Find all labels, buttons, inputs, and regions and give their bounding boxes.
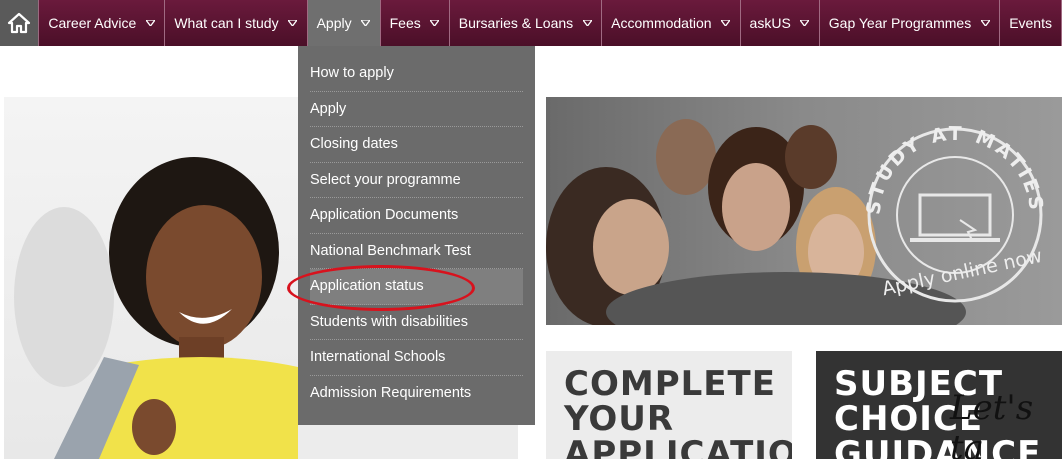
complete-application-tile[interactable]: COMPLETE YOUR APPLICATION	[546, 351, 792, 459]
nav-label: Accommodation	[611, 15, 712, 31]
nav-label: What can I study	[174, 15, 279, 31]
nav-apply[interactable]: Apply	[307, 0, 381, 46]
nav-accommodation[interactable]: Accommodation	[602, 0, 741, 46]
nav-label: Fees	[389, 15, 421, 31]
main-nav: Career Advice What can I study Apply Fee…	[0, 0, 1062, 46]
caret-down-icon	[582, 18, 592, 28]
lets-talk-script: Let's ta	[950, 388, 1034, 459]
nav-gap-year[interactable]: Gap Year Programmes	[820, 0, 1001, 46]
menu-item-admission-requirements[interactable]: Admission Requirements	[310, 376, 523, 412]
home-button[interactable]	[0, 0, 40, 46]
nav-label: Bursaries & Loans	[458, 15, 574, 31]
hero-student-image	[4, 97, 298, 459]
nav-career-advice[interactable]: Career Advice	[39, 0, 166, 46]
apply-dropdown-menu: How to apply Apply Closing dates Select …	[298, 46, 535, 425]
tile-line: APPLICATION	[564, 434, 792, 459]
menu-item-application-documents[interactable]: Application Documents	[310, 198, 523, 234]
menu-item-students-with-disabilities[interactable]: Students with disabilities	[310, 305, 523, 340]
menu-item-closing-dates[interactable]: Closing dates	[310, 127, 523, 163]
caret-down-icon	[800, 18, 810, 28]
stamp-top-text: STUDY AT MATIES	[863, 123, 1045, 216]
menu-item-apply[interactable]: Apply	[310, 92, 523, 127]
tile-line: COMPLETE	[564, 364, 776, 404]
svg-text:STUDY AT MATIES: STUDY AT MATIES	[863, 123, 1048, 216]
menu-item-international-schools[interactable]: International Schools	[310, 340, 523, 376]
menu-item-application-status[interactable]: Application status	[310, 269, 523, 305]
student-illustration	[14, 157, 298, 459]
nav-bursaries-loans[interactable]: Bursaries & Loans	[450, 0, 603, 46]
hero-image-extension	[298, 425, 518, 459]
study-at-maties-stamp: STUDY AT MATIES Apply online now	[863, 123, 1048, 303]
nav-fees[interactable]: Fees	[381, 0, 450, 46]
nav-events[interactable]: Events	[1000, 0, 1062, 46]
menu-item-how-to-apply[interactable]: How to apply	[310, 56, 523, 92]
nav-label: askUS	[749, 15, 791, 31]
caret-down-icon	[980, 18, 990, 28]
nav-label: Career Advice	[48, 15, 137, 31]
caret-down-icon	[361, 18, 371, 28]
caret-down-icon	[721, 18, 731, 28]
caret-down-icon	[430, 18, 440, 28]
nav-label: Gap Year Programmes	[828, 15, 972, 31]
caret-down-icon	[145, 18, 155, 28]
nav-what-can-i-study[interactable]: What can I study	[165, 0, 308, 46]
home-icon	[8, 12, 31, 34]
nav-askus[interactable]: askUS	[741, 0, 820, 46]
nav-label: Apply	[316, 15, 352, 31]
caret-down-icon	[288, 18, 298, 28]
menu-item-national-benchmark-test[interactable]: National Benchmark Test	[310, 234, 523, 269]
tile-line: YOUR	[564, 399, 675, 439]
menu-item-select-programme[interactable]: Select your programme	[310, 163, 523, 198]
nav-label: Events	[1009, 15, 1052, 31]
